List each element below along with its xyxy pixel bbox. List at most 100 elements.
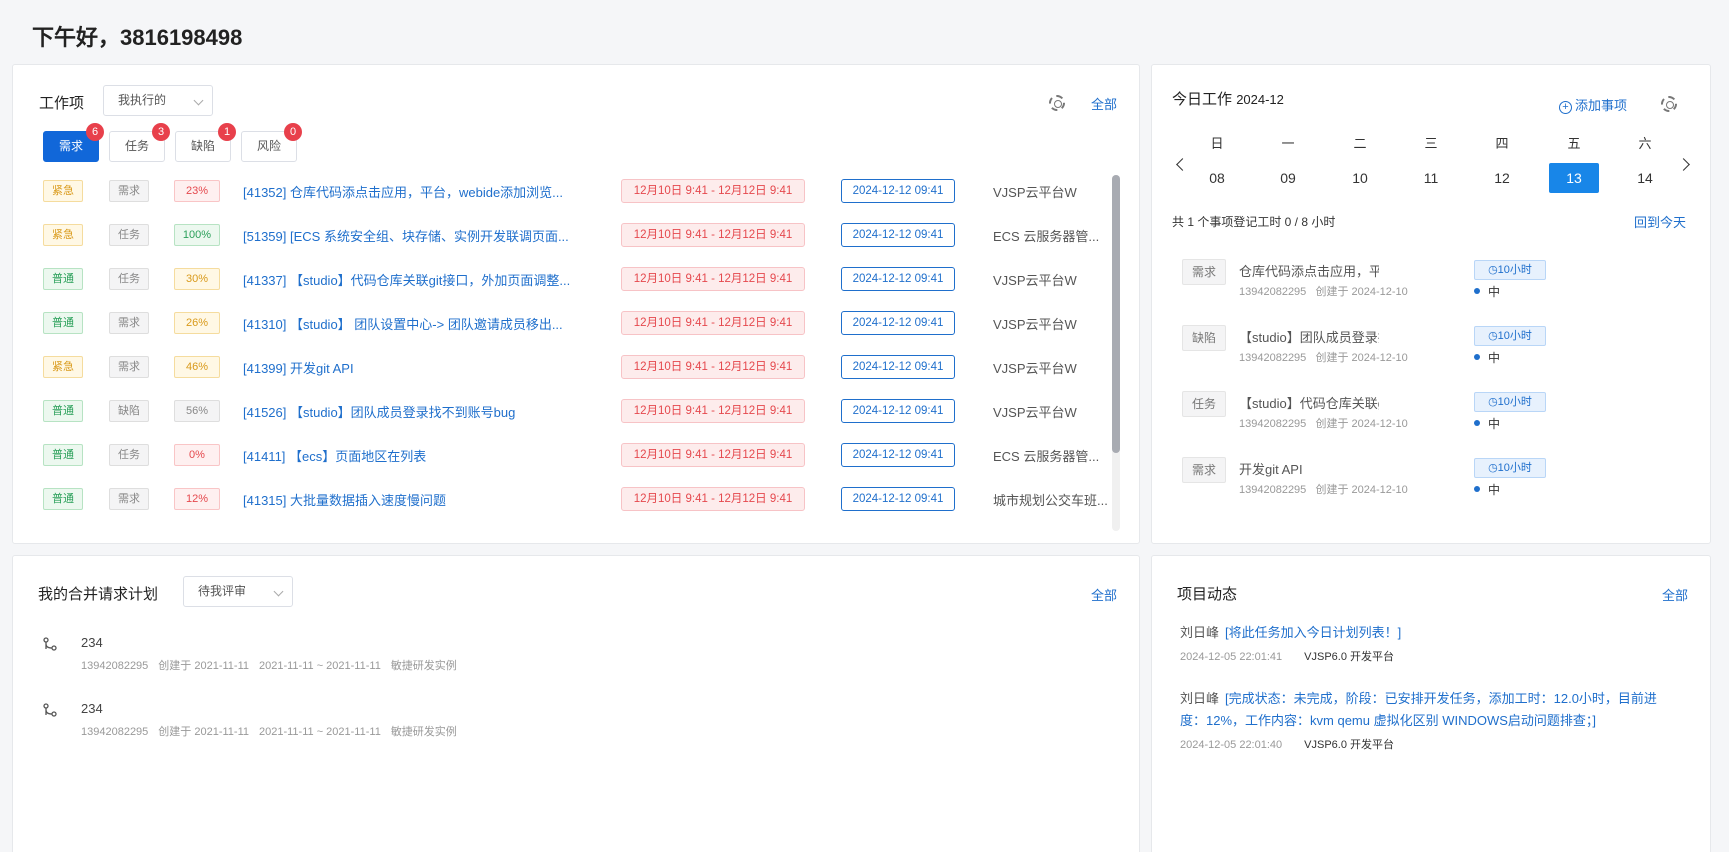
date-range-badge: 12月10日 9:41 - 12月12日 9:41 [621, 355, 805, 379]
git-branch-icon [43, 637, 57, 651]
type-badge: 缺陷 [109, 400, 149, 422]
table-row[interactable]: 普通 缺陷 56% [41526] 【studio】团队成员登录找不到账号bug… [41, 389, 1121, 433]
tab-defect[interactable]: 缺陷 1 [175, 123, 236, 162]
calendar-date[interactable]: 08 [1192, 163, 1242, 193]
date-range-badge: 12月10日 9:41 - 12月12日 9:41 [621, 487, 805, 511]
today-work-panel: 今日工作 2024-12 + 添加事项 日 一 二 三 四 五 六 08 09 1… [1151, 64, 1711, 544]
calendar-date[interactable]: 10 [1335, 163, 1385, 193]
hours-value: 10小时 [1497, 330, 1532, 342]
date-range-badge: 12月10日 9:41 - 12月12日 9:41 [621, 311, 805, 335]
chevron-right-icon[interactable] [1677, 158, 1690, 171]
merge-request-item[interactable]: 234 13942082295 创建于 2021-11-11 2021-11-11 … [41, 635, 941, 683]
table-row[interactable]: 紧急 需求 23% [41352] 仓库代码添点击应用，平台，webide添加浏… [41, 169, 1121, 213]
type-badge: 需求 [109, 356, 149, 378]
merge-filter-select[interactable]: 待我评审 [183, 576, 293, 607]
today-item[interactable]: 需求 开发git API 13942082295 创建于 2024-12-10 … [1182, 457, 1692, 509]
work-all-link[interactable]: 全部 [1091, 94, 1117, 113]
count-badge: 3 [152, 123, 170, 141]
project-name: VJSP云平台W [993, 185, 1077, 200]
table-scrollbar[interactable] [1112, 175, 1120, 531]
due-date-badge: 2024-12-12 09:41 [841, 267, 955, 291]
work-filter-select[interactable]: 我执行的 [103, 85, 213, 116]
due-date-badge: 2024-12-12 09:41 [841, 443, 955, 467]
priority-badge: 普通 [43, 312, 83, 334]
tab-task[interactable]: 任务 3 [109, 123, 170, 162]
scrollbar-thumb[interactable] [1112, 175, 1120, 453]
today-title: 今日工作 2024-12 [1172, 88, 1284, 109]
type-badge: 任务 [109, 224, 149, 246]
item-name: 仓库代码添点击应用，平台，webide [1239, 264, 1379, 279]
today-item[interactable]: 任务 【studio】代码仓库关联git接口 13942082295 创建于 2… [1182, 391, 1692, 443]
dot-icon [1474, 486, 1480, 492]
project-name: VJSP云平台W [993, 317, 1077, 332]
table-row[interactable]: 紧急 任务 100% [51359] [ECS 系统安全组、块存储、实例开发联调… [41, 213, 1121, 257]
clock-icon: ◷ [1488, 396, 1498, 408]
progress-badge: 100% [174, 224, 220, 246]
work-item-title-link[interactable]: [41315] 大批量数据插入速度慢问题 [243, 490, 603, 509]
table-row[interactable]: 普通 任务 30% [41337] 【studio】代码仓库关联git接口，外加… [41, 257, 1121, 301]
tab-requirement[interactable]: 需求 6 [43, 123, 104, 162]
add-event-button[interactable]: + 添加事项 [1559, 95, 1627, 114]
calendar-date[interactable]: 14 [1620, 163, 1670, 193]
today-month: 2024-12 [1236, 92, 1284, 107]
merge-request-item[interactable]: 234 13942082295 创建于 2021-11-11 2021-11-11 … [41, 701, 941, 749]
merge-title: 我的合并请求计划 [38, 586, 159, 603]
news-action-link[interactable]: [完成状态：未完成，阶段：已安排开发任务，添加工时：12.0小时，目前进度：12… [1180, 691, 1657, 728]
work-item-title-link[interactable]: [51359] [ECS 系统安全组、块存储、实例开发联调页面... [243, 226, 603, 245]
item-created: 创建于 2024-12-10 [1315, 286, 1408, 298]
table-row[interactable]: 普通 任务 0% [41411] 【ecs】页面地区在列表 12月10日 9:4… [41, 433, 1121, 477]
priority-level: 中 [1474, 283, 1500, 300]
settings-gear-icon[interactable] [1661, 96, 1677, 112]
calendar-date[interactable]: 11 [1406, 163, 1456, 193]
table-row[interactable]: 普通 需求 26% [41310] 【studio】 团队设置中心-> 团队邀请… [41, 301, 1121, 345]
news-meta: 2024-12-05 22:01:41 VJSP6.0 开发平台 [1180, 648, 1680, 664]
work-item-title-link[interactable]: [41411] 【ecs】页面地区在列表 [243, 446, 603, 465]
calendar-date[interactable]: 12 [1477, 163, 1527, 193]
due-date-badge: 2024-12-12 09:41 [841, 355, 955, 379]
project-name: 城市规划公交车班... [993, 493, 1108, 508]
work-item-title-link[interactable]: [41310] 【studio】 团队设置中心-> 团队邀请成员移出... [243, 314, 603, 333]
type-badge: 任务 [1182, 391, 1226, 417]
work-filter-value: 我执行的 [118, 93, 167, 107]
hours-badge: ◷10小时 [1474, 458, 1546, 478]
work-items-title: 工作项 [39, 95, 85, 112]
table-row[interactable]: 普通 需求 12% [41315] 大批量数据插入速度慢问题 12月10日 9:… [41, 477, 1121, 521]
level-value: 中 [1488, 351, 1501, 365]
tab-risk[interactable]: 风险 0 [241, 123, 302, 162]
item-created: 创建于 2024-12-10 [1315, 484, 1408, 496]
work-item-title-link[interactable]: [41337] 【studio】代码仓库关联git接口，外加页面调整... [243, 270, 603, 289]
merge-request-meta: 13942082295 创建于 2021-11-11 2021-11-11 ~ 20… [81, 657, 467, 673]
back-to-today-link[interactable]: 回到今天 [1634, 212, 1686, 231]
chevron-down-icon [193, 95, 204, 106]
calendar-date[interactable]: 09 [1263, 163, 1313, 193]
news-action-link[interactable]: [将此任务加入今日计划列表！] [1225, 625, 1401, 640]
merge-filter-value: 待我评审 [198, 584, 247, 598]
item-meta: 13942082295 创建于 2024-12-10 [1239, 283, 1408, 299]
weekday-label: 四 [1495, 136, 1509, 151]
merge-all-link[interactable]: 全部 [1091, 585, 1117, 604]
work-item-title-link[interactable]: [41399] 开发git API [243, 358, 603, 377]
chevron-left-icon[interactable] [1176, 158, 1189, 171]
plus-circle-icon: + [1559, 101, 1572, 114]
news-user: 刘日峰 [1180, 691, 1220, 706]
work-item-title-link[interactable]: [41526] 【studio】团队成员登录找不到账号bug [243, 402, 603, 421]
today-item[interactable]: 缺陷 【studio】团队成员登录找不到账号 13942082295 创建于 2… [1182, 325, 1692, 377]
work-item-title-link[interactable]: [41352] 仓库代码添点击应用，平台，webide添加浏览... [243, 182, 603, 201]
dot-icon [1474, 420, 1480, 426]
priority-level: 中 [1474, 415, 1500, 432]
news-title: 项目动态 [1177, 586, 1238, 603]
git-branch-icon [43, 703, 57, 717]
priority-level: 中 [1474, 349, 1500, 366]
mr-user: 13942082295 [81, 726, 149, 738]
table-row[interactable]: 紧急 需求 46% [41399] 开发git API 12月10日 9:41 … [41, 345, 1121, 389]
priority-badge: 普通 [43, 400, 83, 422]
calendar-date-selected[interactable]: 13 [1549, 163, 1599, 193]
news-all-link[interactable]: 全部 [1662, 585, 1688, 604]
settings-gear-icon[interactable] [1049, 95, 1065, 111]
type-badge: 需求 [1182, 457, 1226, 483]
tab-label: 缺陷 [190, 139, 215, 153]
item-created: 创建于 2024-12-10 [1315, 352, 1408, 364]
today-item[interactable]: 需求 仓库代码添点击应用，平台，webide 13942082295 创建于 2… [1182, 259, 1692, 311]
mr-user: 13942082295 [81, 660, 149, 672]
weekday-label: 五 [1567, 136, 1581, 151]
